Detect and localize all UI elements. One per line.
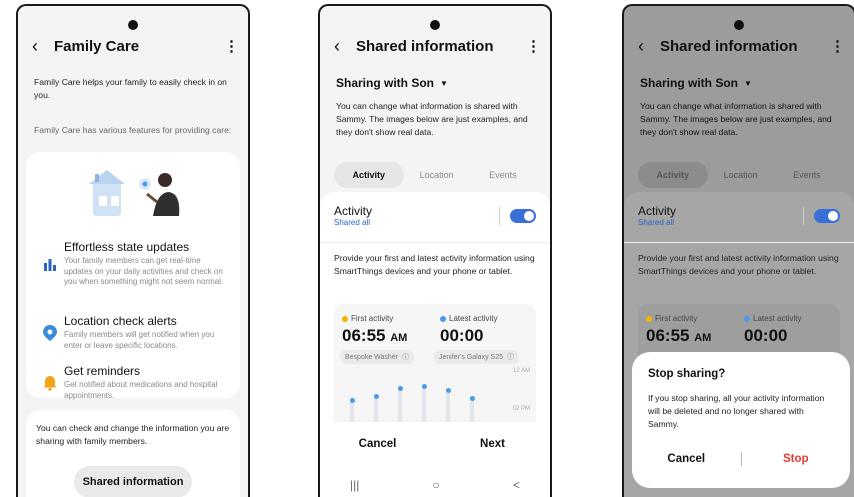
activity-label: Activity	[334, 204, 373, 218]
tabs: Activity Location Events	[334, 162, 536, 188]
activity-setting-row[interactable]: Activity Shared all	[638, 204, 840, 227]
bottom-action-bar: Cancel Next ||| ○ <	[320, 422, 550, 497]
front-camera	[734, 20, 744, 30]
activity-toggle[interactable]	[814, 208, 840, 223]
bar-chart-icon	[36, 240, 64, 288]
first-activity-time: 06:55 AM	[646, 326, 712, 345]
first-activity-time: 06:55 AM	[342, 326, 408, 345]
sharing-description: You can change what information is share…	[336, 101, 528, 137]
caret-down-icon: ▼	[440, 78, 448, 88]
sharing-description: You can change what information is share…	[640, 101, 832, 137]
home-icon[interactable]: ○	[433, 478, 440, 492]
page-title: Shared information	[356, 37, 494, 55]
check-info-text: You can check and change the information…	[36, 423, 230, 446]
family-care-illustration-icon	[89, 170, 180, 216]
feature-desc: Your family members can get real-time up…	[64, 256, 224, 286]
activity-toggle[interactable]	[510, 208, 536, 223]
globe-icon	[744, 315, 750, 322]
intro-text: Family Care helps your family to easily …	[34, 77, 227, 100]
phone-shared-information: ‹ Shared information ⋮ Sharing with Son …	[318, 4, 552, 497]
first-activity-label: First activity	[342, 314, 393, 323]
divider	[320, 242, 550, 243]
app-header: ‹ Shared information ⋮	[334, 34, 541, 58]
sharing-with-label: Sharing with Son	[336, 76, 434, 90]
tick-label: 12 AM	[512, 368, 530, 374]
sun-icon	[342, 315, 348, 322]
features-intro-text: Family Care has various features for pro…	[34, 125, 232, 135]
tick-label: 02 PM	[512, 406, 530, 412]
dialog-cancel-button[interactable]: Cancel	[632, 453, 741, 465]
page-title: Family Care	[54, 37, 140, 55]
dialog-description: If you stop sharing, all your activity i…	[648, 393, 825, 429]
tab-events[interactable]: Events	[470, 162, 536, 188]
activity-label: Activity	[638, 204, 677, 218]
activity-sublabel: Shared all	[334, 218, 371, 227]
app-header: ‹ Shared information ⋮	[638, 34, 845, 58]
more-options-icon[interactable]: ⋮	[224, 37, 239, 55]
latest-activity-label: Latest activity	[744, 314, 801, 323]
back-arrow-icon[interactable]: ‹	[32, 36, 54, 57]
activity-description: Provide your first and latest activity i…	[334, 253, 535, 276]
feature-state-updates: Effortless state updates Your family mem…	[36, 240, 230, 288]
more-options-icon[interactable]: ⋮	[830, 37, 845, 55]
activity-sublabel: Shared all	[638, 218, 675, 227]
back-arrow-icon[interactable]: ‹	[638, 36, 660, 57]
sharing-with-label: Sharing with Son	[640, 76, 738, 90]
tab-activity[interactable]: Activity	[638, 162, 708, 188]
info-icon: ⓘ	[506, 354, 514, 361]
phone-stop-sharing-dialog: ‹ Shared information ⋮ Sharing with Son …	[622, 4, 854, 497]
sharing-with-dropdown[interactable]: Sharing with Son ▼	[640, 76, 752, 90]
phone-family-care: ‹ Family Care ⋮ Family Care helps your f…	[16, 4, 250, 497]
globe-icon	[440, 315, 446, 322]
dialog-title: Stop sharing?	[648, 368, 726, 380]
tab-events[interactable]: Events	[774, 162, 840, 188]
dialog-buttons: Cancel Stop	[632, 452, 850, 466]
feature-location-alerts: Location check alerts Family members wil…	[36, 314, 230, 351]
latest-activity-label: Latest activity	[440, 314, 497, 323]
page-title: Shared information	[660, 37, 798, 55]
feature-desc: Get notified about medications and hospi…	[64, 380, 218, 400]
location-pin-icon	[36, 314, 64, 351]
divider	[624, 242, 854, 243]
tab-activity[interactable]: Activity	[334, 162, 404, 188]
recent-apps-icon[interactable]: |||	[350, 478, 359, 492]
feature-desc: Family members will get notified when yo…	[64, 330, 215, 350]
app-header: ‹ Family Care ⋮	[32, 34, 239, 58]
next-button[interactable]: Next	[435, 432, 550, 456]
latest-activity-time: 00:00	[440, 326, 484, 345]
caret-down-icon: ▼	[744, 78, 752, 88]
front-camera	[128, 20, 138, 30]
first-activity-label: First activity	[646, 314, 697, 323]
sharing-with-dropdown[interactable]: Sharing with Son ▼	[336, 76, 448, 90]
feature-title: Get reminders	[64, 364, 141, 378]
system-nav-bar: ||| ○ <	[350, 478, 520, 492]
tab-location[interactable]: Location	[708, 162, 774, 188]
features-card: Effortless state updates Your family mem…	[26, 152, 240, 401]
feature-reminders: Get reminders Get notified about medicat…	[36, 364, 230, 401]
tab-location[interactable]: Location	[404, 162, 470, 188]
stop-button[interactable]: Stop	[742, 453, 851, 465]
front-camera	[430, 20, 440, 30]
feature-title: Location check alerts	[64, 314, 177, 328]
divider	[803, 206, 804, 225]
activity-description: Provide your first and latest activity i…	[638, 253, 839, 276]
shared-info-card: You can check and change the information…	[26, 410, 240, 497]
feature-title: Effortless state updates	[64, 240, 190, 254]
device-chip: Jenifer's Galaxy S25 ⓘ	[434, 350, 519, 364]
info-icon: ⓘ	[402, 354, 410, 361]
activity-card: Activity Shared all Provide your first a…	[320, 192, 550, 497]
sun-icon	[646, 315, 652, 322]
nav-back-icon[interactable]: <	[513, 478, 520, 492]
shared-information-button[interactable]: Shared information	[74, 466, 192, 497]
stop-sharing-dialog: Stop sharing? If you stop sharing, all y…	[632, 352, 850, 488]
activity-setting-row[interactable]: Activity Shared all	[334, 204, 536, 227]
bell-icon	[36, 364, 64, 401]
latest-activity-time: 00:00	[744, 326, 788, 345]
tabs: Activity Location Events	[638, 162, 840, 188]
cancel-button[interactable]: Cancel	[320, 432, 435, 456]
divider	[499, 206, 500, 225]
more-options-icon[interactable]: ⋮	[526, 37, 541, 55]
back-arrow-icon[interactable]: ‹	[334, 36, 356, 57]
device-chip: Bespoke Washer ⓘ	[340, 350, 415, 364]
